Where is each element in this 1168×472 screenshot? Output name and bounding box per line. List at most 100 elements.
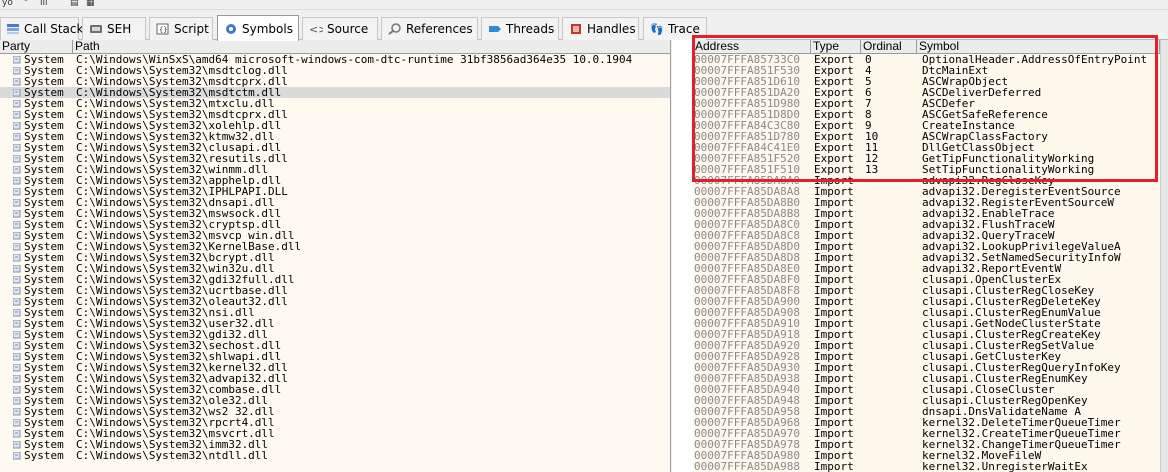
module-row[interactable]: System C:\Windows\System32\msdtctm.dll [0, 87, 670, 98]
module-row[interactable]: System C:\Windows\System32\winmm.dll [0, 164, 670, 175]
symbol-row[interactable]: 00007FFFA85DA978 Import kernel32.ChangeTim… [693, 439, 1160, 450]
column-header-symbol[interactable]: Symbol [917, 40, 1160, 54]
symbol-row[interactable]: 00007FFFA85DA8A8 Import advapi32.Deregiste… [693, 186, 1160, 197]
modules-pane[interactable]: Party Path System C:\Windows\WinSxS\amd64… [0, 40, 671, 472]
symbol-row[interactable]: 00007FFFA85DA8E0 Import advapi32.ReportEve… [693, 263, 1160, 274]
symbol-row[interactable]: 00007FFFA85DA958 Import dnsapi.DnsValidate… [693, 406, 1160, 417]
module-row[interactable]: System C:\Windows\System32\imm32.dll [0, 439, 670, 450]
module-row[interactable]: System C:\Windows\System32\msvcrt.dll [0, 428, 670, 439]
module-row[interactable]: System C:\Windows\System32\bcrypt.dll [0, 252, 670, 263]
symbol-row[interactable]: 00007FFFA85DA948 Import clusapi.ClusterReg… [693, 395, 1160, 406]
module-row[interactable]: System C:\Windows\System32\dnsapi.dll [0, 197, 670, 208]
pane-splitter[interactable] [672, 40, 693, 472]
module-row[interactable]: System C:\Windows\System32\msdtclog.dll [0, 65, 670, 76]
module-row[interactable]: System C:\Windows\System32\sechost.dll [0, 340, 670, 351]
symbol-row[interactable]: 00007FFFA84C41E0 Export 11 DllGetClassObjec… [693, 142, 1160, 153]
symbol-row[interactable]: 00007FFFA85DA900 Import clusapi.ClusterReg… [693, 296, 1160, 307]
tab-seh[interactable]: SEH [82, 17, 146, 40]
module-row[interactable]: System C:\Windows\System32\resutils.dll [0, 153, 670, 164]
symbol-row[interactable]: 00007FFFA851D610 Export 5 ASCWrapObject [693, 76, 1160, 87]
symbol-row[interactable]: 00007FFFA85DA930 Import clusapi.ClusterReg… [693, 362, 1160, 373]
symbol-row[interactable]: 00007FFFA851F510 Export 13 SetTipFunctional… [693, 164, 1160, 175]
module-row[interactable]: System C:\Windows\WinSxS\amd64_microsoft-… [0, 54, 670, 65]
module-row[interactable]: System C:\Windows\System32\cryptsp.dll [0, 219, 670, 230]
symbol-row[interactable]: 00007FFFA85DA8C0 Import advapi32.FlushTrac… [693, 219, 1160, 230]
module-row[interactable]: System C:\Windows\System32\mtxclu.dll [0, 98, 670, 109]
module-row[interactable]: System C:\Windows\System32\msvcp_win.dll [0, 230, 670, 241]
tab-source[interactable]: <> Source [302, 17, 378, 40]
module-row[interactable]: System C:\Windows\System32\KernelBase.dll [0, 241, 670, 252]
symbol-row[interactable]: 00007FFFA851D8D0 Export 8 ASCGetSafeReferen… [693, 109, 1160, 120]
module-row[interactable]: System C:\Windows\System32\shlwapi.dll [0, 351, 670, 362]
modules-list[interactable]: System C:\Windows\WinSxS\amd64_microsoft-… [0, 54, 670, 461]
symbol-row[interactable]: 00007FFFA85DA928 Import clusapi.GetCluster… [693, 351, 1160, 362]
symbol-row[interactable]: 00007FFFA85DA8D8 Import advapi32.SetNamedS… [693, 252, 1160, 263]
column-header-path[interactable]: Path [73, 40, 670, 54]
symbol-row[interactable]: 00007FFFA85DA8B0 Import advapi32.RegisterE… [693, 197, 1160, 208]
toolbar-glyph[interactable]: ▤ [70, 0, 79, 8]
symbol-row[interactable]: 00007FFFA84C3C80 Export 9 CreateInstance [693, 120, 1160, 131]
column-header-address[interactable]: Address [693, 40, 811, 54]
symbol-row[interactable]: 00007FFFA851D980 Export 7 ASCDefer [693, 98, 1160, 109]
symbol-row[interactable]: 00007FFFA851DA20 Export 6 ASCDeliverDeferre… [693, 87, 1160, 98]
symbol-row[interactable]: 00007FFFA85DA918 Import clusapi.ClusterReg… [693, 329, 1160, 340]
module-row[interactable]: System C:\Windows\System32\mswsock.dll [0, 208, 670, 219]
symbol-row[interactable]: 00007FFFA85DA938 Import clusapi.ClusterReg… [693, 373, 1160, 384]
symbol-row[interactable]: 00007FFFA85DA8D0 Import advapi32.LookupPri… [693, 241, 1160, 252]
module-row[interactable]: System C:\Windows\System32\clusapi.dll [0, 142, 670, 153]
symbol-row[interactable]: 00007FFFA85DA8F0 Import clusapi.OpenCluste… [693, 274, 1160, 285]
symbol-row[interactable]: 00007FFFA85733C0 Export 0 OptionalHeader.Ad… [693, 54, 1160, 65]
symbol-row[interactable]: 00007FFFA85DA8C8 Import advapi32.QueryTrac… [693, 230, 1160, 241]
toolbar-glyph[interactable]: ııı [40, 0, 48, 8]
module-row[interactable]: System C:\Windows\System32\nsi.dll [0, 307, 670, 318]
symbols-list[interactable]: 00007FFFA85733C0 Export 0 OptionalHeader.Ad… [693, 54, 1160, 472]
tab-trace[interactable]: 👣 Trace [643, 17, 707, 40]
module-row[interactable]: System C:\Windows\System32\advapi32.dll [0, 373, 670, 384]
symbol-row[interactable]: 00007FFFA85DA8A0 Import advapi32.RegCloseK… [693, 175, 1160, 186]
vertical-scrollbar[interactable] [1160, 40, 1168, 472]
symbol-row[interactable]: 00007FFFA85DA8F8 Import clusapi.ClusterReg… [693, 285, 1160, 296]
module-row[interactable]: System C:\Windows\System32\gdi32.dll [0, 329, 670, 340]
module-row[interactable]: System C:\Windows\System32\ktmw32.dll [0, 131, 670, 142]
module-row[interactable]: System C:\Windows\System32\msdtcprx.dll [0, 76, 670, 87]
module-row[interactable]: System C:\Windows\System32\user32.dll [0, 318, 670, 329]
symbol-row[interactable]: 00007FFFA85DA8B8 Import advapi32.EnableTra… [693, 208, 1160, 219]
module-row[interactable]: System C:\Windows\System32\win32u.dll [0, 263, 670, 274]
symbol-row[interactable]: 00007FFFA85DA920 Import clusapi.ClusterReg… [693, 340, 1160, 351]
module-row[interactable]: System C:\Windows\System32\apphelp.dll [0, 175, 670, 186]
symbol-row[interactable]: 00007FFFA851F530 Export 4 DtcMainExt [693, 65, 1160, 76]
toolbar-glyph[interactable]: " [24, 0, 28, 8]
symbol-row[interactable]: 00007FFFA85DA970 Import kernel32.CreateTim… [693, 428, 1160, 439]
symbol-row[interactable]: 00007FFFA851F520 Export 12 GetTipFunctional… [693, 153, 1160, 164]
tab-threads[interactable]: Threads [481, 17, 559, 40]
module-row[interactable]: System C:\Windows\System32\combase.dll [0, 384, 670, 395]
toolbar-glyph[interactable]: ▦ [86, 0, 95, 8]
tab-handles[interactable]: Handles [562, 17, 639, 40]
module-row[interactable]: System C:\Windows\System32\msdtcprx.dll [0, 109, 670, 120]
symbol-row[interactable]: 00007FFFA85DA910 Import clusapi.GetNodeClu… [693, 318, 1160, 329]
symbols-pane[interactable]: Address Type Ordinal Symbol 00007FFFA857… [693, 40, 1160, 472]
module-row[interactable]: System C:\Windows\System32\oleaut32.dll [0, 296, 670, 307]
tab-symbols[interactable]: Symbols [217, 15, 299, 41]
module-row[interactable]: System C:\Windows\System32\kernel32.dll [0, 362, 670, 373]
module-row[interactable]: System C:\Windows\System32\ole32.dll [0, 395, 670, 406]
symbol-row[interactable]: 00007FFFA85DA968 Import kernel32.DeleteTim… [693, 417, 1160, 428]
module-row[interactable]: System C:\Windows\System32\ucrtbase.dll [0, 285, 670, 296]
module-row[interactable]: System C:\Windows\System32\gdi32full.dll [0, 274, 670, 285]
tab-script[interactable]: {} Script [149, 17, 213, 40]
module-row[interactable]: System C:\Windows\System32\ntdll.dll [0, 450, 670, 461]
module-row[interactable]: System C:\Windows\System32\IPHLPAPI.DLL [0, 186, 670, 197]
module-row[interactable]: System C:\Windows\System32\ws2_32.dll [0, 406, 670, 417]
module-row[interactable]: System C:\Windows\System32\rpcrt4.dll [0, 417, 670, 428]
toolbar-glyph[interactable]: yo [2, 0, 13, 8]
symbol-row[interactable]: 00007FFFA85DA940 Import clusapi.CloseClust… [693, 384, 1160, 395]
column-header-ordinal[interactable]: Ordinal [861, 40, 917, 54]
symbol-row[interactable]: 00007FFFA85DA908 Import clusapi.ClusterReg… [693, 307, 1160, 318]
column-header-party[interactable]: Party [0, 40, 73, 54]
symbol-row[interactable]: 00007FFFA851D780 Export 10 ASCWrapClassFact… [693, 131, 1160, 142]
tab-references[interactable]: References [381, 17, 478, 40]
column-header-type[interactable]: Type [811, 40, 861, 54]
symbol-row[interactable]: 00007FFFA85DA988 Import kernel32.Unregiste… [693, 461, 1160, 472]
tab-call-stack[interactable]: Call Stack [0, 17, 83, 40]
symbol-row[interactable]: 00007FFFA85DA980 Import kernel32.MoveFileW [693, 450, 1160, 461]
